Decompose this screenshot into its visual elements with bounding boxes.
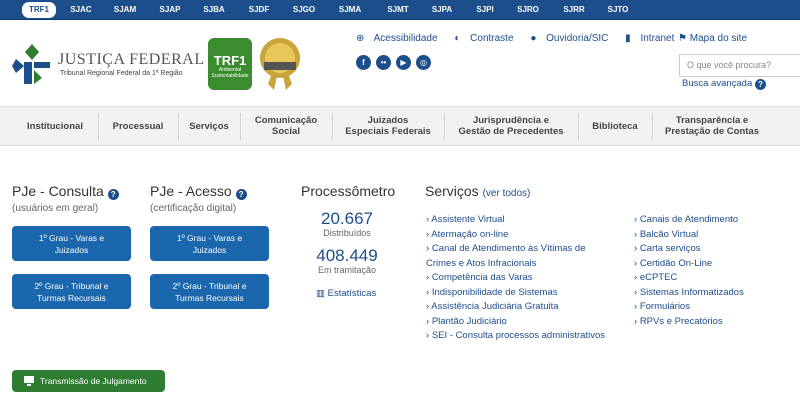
nav-servicos[interactable]: Serviços — [178, 107, 240, 145]
pje-acesso-title: PJe - Acesso ? — [150, 183, 247, 200]
nav-institucional[interactable]: Institucional — [12, 107, 98, 145]
tab-sjap[interactable]: SJAP — [153, 2, 187, 18]
service-link[interactable]: SEI - Consulta processos administrativos — [426, 329, 605, 344]
help-icon: ? — [754, 79, 766, 90]
pje-consulta-1grau-button[interactable]: 1º Grau - Varas e Juizados — [12, 226, 131, 261]
pje-acesso-subtitle: (certificação digital) — [150, 203, 237, 214]
pending-count: 408.449 — [316, 246, 378, 265]
tab-sjac[interactable]: SJAC — [64, 2, 98, 18]
quality-seal-icon — [260, 38, 300, 90]
service-link[interactable]: Plantão Judiciário — [426, 315, 605, 330]
see-all-services-link[interactable]: (ver todos) — [483, 188, 531, 199]
pje-consulta-title: PJe - Consulta ? — [12, 183, 119, 200]
tab-sjam[interactable]: SJAM — [108, 2, 142, 18]
chat-icon: ● — [530, 33, 537, 44]
bar-chart-icon: ▥ — [316, 288, 325, 299]
pending-label: Em tramitação — [317, 265, 377, 275]
services-list-left: Assistente Virtual Atermação on-line Can… — [426, 213, 605, 344]
tab-sjpa[interactable]: SJPA — [425, 2, 459, 18]
pje-consulta-2grau-button[interactable]: 2º Grau - Tribunal e Turmas Recursais — [12, 274, 131, 309]
tab-sjba[interactable]: SJBA — [197, 2, 231, 18]
lock-icon: ▮ — [625, 33, 631, 44]
pje-consulta-subtitle: (usuários em geral) — [12, 203, 99, 214]
help-icon[interactable]: ? — [235, 189, 247, 200]
service-link[interactable]: Sistemas Informatizados — [634, 286, 744, 301]
tab-sjdf[interactable]: SJDF — [242, 2, 276, 18]
nav-jurisprudencia[interactable]: Jurisprudência e Gestão de Precedentes — [444, 107, 578, 145]
seal-green-bottom: Ambiental Sustentabilidade — [211, 67, 249, 79]
nav-processual[interactable]: Processual — [98, 107, 178, 145]
service-link[interactable]: RPVs e Precatórios — [634, 315, 744, 330]
transmission-button[interactable]: Transmissão de Julgamento — [12, 370, 165, 392]
distributed-label: Distribuídos — [323, 228, 371, 238]
distributed-count: 20.667 — [321, 209, 373, 228]
service-link[interactable]: Certidão On-Line — [634, 257, 744, 272]
nav-comunicacao-social[interactable]: Comunicação Social — [240, 107, 332, 145]
service-link[interactable]: Competência das Varas — [426, 271, 605, 286]
tab-sjpi[interactable]: SJPI — [468, 2, 502, 18]
accessibility-link[interactable]: ⊕ Acessibilidade — [356, 33, 445, 44]
section-tabs-bar: TRF1 SJAC SJAM SJAP SJBA SJDF SJGO SJMA … — [0, 0, 800, 20]
help-icon[interactable]: ? — [107, 189, 119, 200]
pje-acesso-1grau-button[interactable]: 1º Grau - Varas e Juizados — [150, 226, 269, 261]
site-subtitle: Tribunal Regional Federal da 1ª Região — [60, 70, 183, 77]
service-link[interactable]: Balcão Virtual — [634, 228, 744, 243]
sitemap-icon: ⚑ — [678, 33, 687, 44]
search-input[interactable]: O que você procura? — [679, 54, 800, 77]
tab-trf1[interactable]: TRF1 — [22, 2, 56, 18]
service-link[interactable]: Canal de Atendimento às Vítimas de — [426, 242, 605, 257]
tab-sjrr[interactable]: SJRR — [557, 2, 591, 18]
nav-juizados[interactable]: Juizados Especiais Federais — [332, 107, 444, 145]
header-tools: ⊕ Acessibilidade ◐ Contraste ● Ouvidoria… — [356, 33, 688, 44]
processometro-title: Processômetro — [301, 183, 396, 199]
statistics-link[interactable]: ▥ Estatísticas — [316, 288, 376, 299]
service-link[interactable]: Indisponibilidade de Sistemas — [426, 286, 605, 301]
service-link[interactable]: eCPTEC — [634, 271, 744, 286]
contrast-link[interactable]: ◐ Contraste — [454, 33, 520, 44]
nav-transparencia[interactable]: Transparência e Prestação de Contas — [652, 107, 772, 145]
youtube-icon[interactable]: ▶ — [396, 55, 411, 70]
sitemap-link[interactable]: ⚑ Mapa do site — [678, 33, 747, 44]
seal-green-top: TRF1 — [213, 53, 247, 68]
nav-biblioteca[interactable]: Biblioteca — [578, 107, 652, 145]
service-link[interactable]: Atermação on-line — [426, 228, 605, 243]
pje-acesso-2grau-button[interactable]: 2º Grau - Tribunal e Turmas Recursais — [150, 274, 269, 309]
intranet-link[interactable]: ▮ Intranet — [625, 33, 681, 44]
service-link-continued[interactable]: Crimes e Atos Infracionais — [426, 257, 605, 272]
tab-sjgo[interactable]: SJGO — [287, 2, 321, 18]
services-list-right: Canais de Atendimento Balcão Virtual Car… — [634, 213, 744, 329]
tab-sjto[interactable]: SJTO — [601, 2, 635, 18]
main-nav: Institucional Processual Serviços Comuni… — [0, 106, 800, 146]
accessibility-icon: ⊕ — [356, 33, 365, 44]
instagram-icon[interactable]: ◎ — [416, 55, 431, 70]
tab-sjro[interactable]: SJRO — [511, 2, 545, 18]
servicos-title: Serviços (ver todos) — [425, 183, 531, 199]
facebook-icon[interactable]: f — [356, 55, 371, 70]
tab-sjma[interactable]: SJMA — [333, 2, 367, 18]
advanced-search-link[interactable]: Busca avançada ? — [682, 78, 766, 90]
service-link[interactable]: Formulários — [634, 300, 744, 315]
sustainability-seal: TRF1 Ambiental Sustentabilidade — [208, 38, 252, 90]
flickr-icon[interactable]: •• — [376, 55, 391, 70]
service-link[interactable]: Assistência Judiciária Gratuita — [426, 300, 605, 315]
justica-federal-logo-icon[interactable] — [12, 42, 52, 86]
broadcast-icon — [24, 376, 34, 386]
ombudsman-link[interactable]: ● Ouvidoria/SIC — [530, 33, 615, 44]
service-link[interactable]: Canais de Atendimento — [634, 213, 744, 228]
contrast-icon: ◐ — [454, 33, 461, 44]
service-link[interactable]: Assistente Virtual — [426, 213, 605, 228]
site-title[interactable]: JUSTIÇA FEDERAL — [58, 51, 205, 69]
service-link[interactable]: Carta serviços — [634, 242, 744, 257]
tab-sjmt[interactable]: SJMT — [381, 2, 415, 18]
